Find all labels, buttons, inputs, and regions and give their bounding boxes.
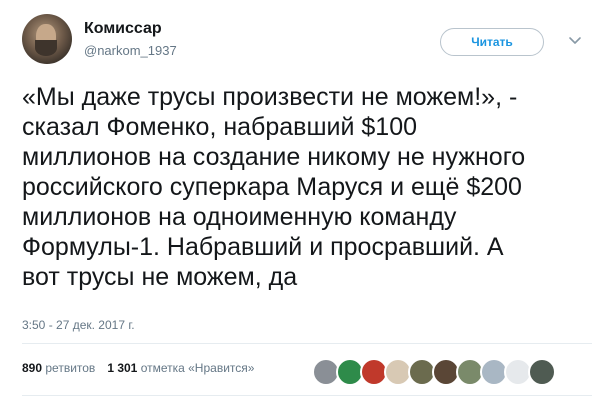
avatar-beard (35, 40, 57, 56)
tweet-timestamp[interactable]: 3:50 - 27 дек. 2017 г. (22, 318, 135, 332)
likes-label: отметка «Нравится» (140, 361, 255, 375)
liker-avatar-10[interactable] (528, 358, 556, 386)
divider (22, 343, 592, 344)
divider (22, 395, 592, 396)
author-display-name[interactable]: Комиссар (84, 19, 177, 39)
likes-stat[interactable]: 1 301 отметка «Нравится» (107, 361, 254, 375)
retweets-label: ретвитов (45, 361, 96, 375)
author-names: Комиссар @narkom_1937 (84, 19, 177, 60)
tweet-header: Комиссар @narkom_1937 Читать (22, 14, 592, 66)
tweet-stats: 890 ретвитов 1 301 отметка «Нравится» (22, 361, 254, 375)
tweet-card: Комиссар @narkom_1937 Читать «Мы даже тр… (0, 0, 614, 407)
author-handle[interactable]: @narkom_1937 (84, 42, 177, 60)
chevron-down-icon[interactable] (568, 33, 582, 47)
tweet-text: «Мы даже трусы произвести не можем!», - … (22, 83, 526, 291)
likes-count: 1 301 (107, 361, 138, 375)
author-avatar[interactable] (22, 14, 72, 64)
follow-button[interactable]: Читать (440, 28, 544, 56)
retweets-count: 890 (22, 361, 43, 375)
retweets-stat[interactable]: 890 ретвитов (22, 361, 95, 375)
